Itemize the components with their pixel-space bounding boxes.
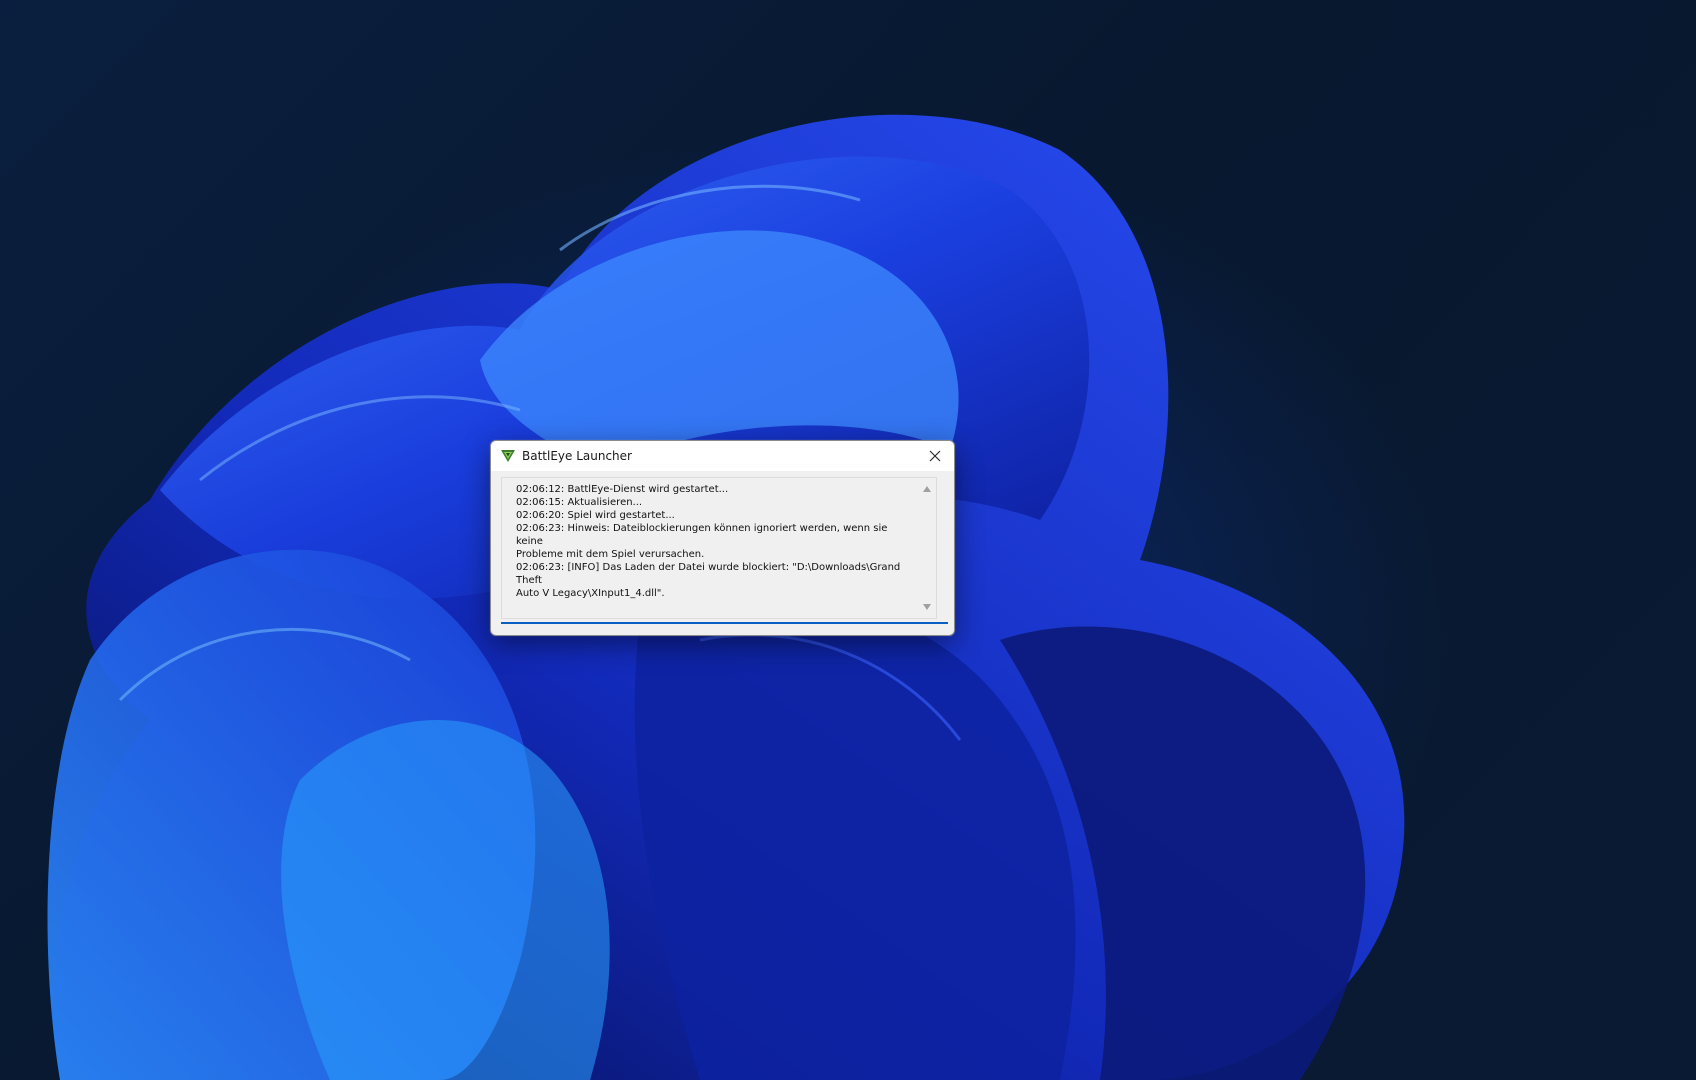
scroll-down-arrow-icon[interactable] [923, 604, 931, 610]
vertical-scrollbar[interactable] [919, 478, 936, 618]
progress-fill [501, 622, 948, 624]
battleye-logo-icon [500, 448, 516, 464]
progress-bar [501, 622, 948, 624]
log-line: 02:06:23: Hinweis: Dateiblockierungen kö… [516, 523, 888, 547]
log-line: 02:06:15: Aktualisieren... [516, 497, 643, 508]
log-line: Auto V Legacy\XInput1_4.dll". [516, 588, 665, 599]
log-lines: 02:06:12: BattlEye-Dienst wird gestartet… [516, 483, 916, 600]
log-output-box[interactable]: 02:06:12: BattlEye-Dienst wird gestartet… [501, 477, 937, 619]
close-button[interactable] [916, 441, 954, 471]
log-line: 02:06:20: Spiel wird gestartet... [516, 510, 675, 521]
title-bar[interactable]: BattlEye Launcher [491, 441, 954, 471]
log-line: Probleme mit dem Spiel verursachen. [516, 549, 705, 560]
close-icon [929, 450, 941, 462]
battleye-launcher-window: BattlEye Launcher 02:06:12: BattlEye-Die… [490, 440, 955, 636]
window-title: BattlEye Launcher [522, 449, 632, 463]
scroll-up-arrow-icon[interactable] [923, 486, 931, 492]
log-line: 02:06:23: [INFO] Das Laden der Datei wur… [516, 562, 901, 586]
log-line: 02:06:12: BattlEye-Dienst wird gestartet… [516, 484, 729, 495]
